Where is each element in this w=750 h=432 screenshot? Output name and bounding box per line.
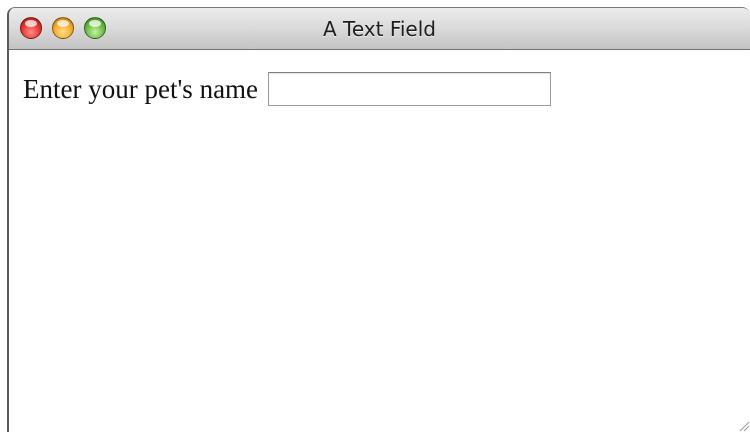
pet-name-label: Enter your pet's name [23, 73, 259, 104]
resize-grip-icon[interactable] [736, 418, 750, 432]
pet-name-input[interactable] [268, 72, 552, 106]
window-title: A Text Field [322, 17, 436, 41]
window-content: Enter your pet's name [9, 50, 750, 432]
title-bar[interactable]: A Text Field [9, 8, 750, 50]
pet-name-row: Enter your pet's name [23, 72, 552, 106]
app-window: A Text Field Enter your pet's name [7, 7, 750, 432]
